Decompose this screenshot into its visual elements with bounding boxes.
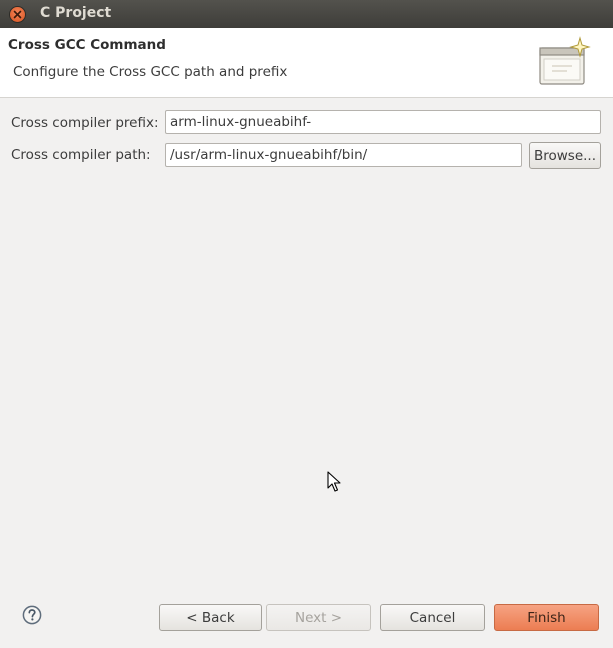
wizard-banner-icon bbox=[539, 36, 591, 85]
browse-button[interactable]: Browse... bbox=[529, 142, 601, 169]
close-icon bbox=[13, 10, 22, 19]
page-description: Configure the Cross GCC path and prefix bbox=[13, 64, 288, 80]
back-button[interactable]: < Back bbox=[159, 604, 262, 631]
help-icon[interactable] bbox=[22, 605, 42, 625]
finish-button[interactable]: Finish bbox=[494, 604, 599, 631]
close-window-button[interactable] bbox=[10, 7, 25, 22]
cancel-button[interactable]: Cancel bbox=[380, 604, 485, 631]
path-label: Cross compiler path: bbox=[11, 147, 151, 163]
mouse-pointer-icon bbox=[327, 471, 341, 492]
next-button[interactable]: Next > bbox=[266, 604, 371, 631]
window-title: C Project bbox=[40, 5, 112, 21]
window-titlebar: C Project bbox=[0, 0, 613, 28]
cross-compiler-prefix-input[interactable] bbox=[165, 110, 601, 134]
wizard-header: Cross GCC Command Configure the Cross GC… bbox=[0, 28, 613, 98]
page-title: Cross GCC Command bbox=[8, 37, 166, 53]
prefix-label: Cross compiler prefix: bbox=[11, 115, 159, 131]
cross-compiler-path-input[interactable] bbox=[165, 143, 522, 167]
